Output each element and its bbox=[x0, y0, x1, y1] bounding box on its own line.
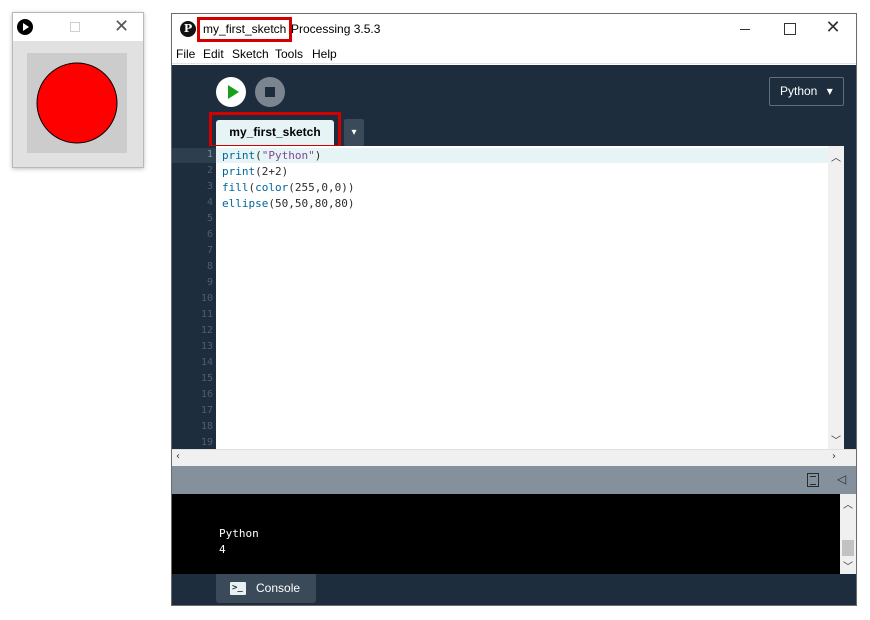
scroll-right-icon[interactable]: › bbox=[832, 451, 836, 462]
line-number: 11 bbox=[200, 309, 213, 320]
console-line-1: Python bbox=[219, 527, 259, 540]
processing-logo-icon: P bbox=[180, 21, 196, 37]
line-number: 12 bbox=[200, 325, 213, 336]
menu-sketch[interactable]: Sketch bbox=[232, 47, 269, 61]
console-header: ◁ bbox=[172, 466, 856, 494]
editor-right-strip bbox=[844, 146, 856, 449]
scroll-left-icon[interactable]: ‹ bbox=[176, 451, 180, 462]
window-title-app: Processing 3.5.3 bbox=[291, 22, 381, 36]
line-number: 15 bbox=[200, 373, 213, 384]
close-button[interactable]: ✕ bbox=[818, 19, 848, 39]
line-number: 9 bbox=[206, 277, 213, 288]
menu-file[interactable]: File bbox=[176, 47, 195, 61]
code-line-2: print(2+2) bbox=[222, 165, 289, 178]
scroll-down-icon[interactable]: ﹀ bbox=[843, 558, 853, 573]
menubar: File Edit Sketch Tools Help bbox=[172, 44, 856, 64]
tab-my-first-sketch[interactable]: my_first_sketch bbox=[216, 120, 334, 145]
line-number: 13 bbox=[200, 341, 213, 352]
stop-button[interactable] bbox=[255, 77, 285, 107]
line-number: 2 bbox=[206, 165, 213, 176]
footer-bar: >_ Console bbox=[172, 574, 856, 605]
tab-highlight-box: my_first_sketch bbox=[209, 112, 341, 148]
line-number: 16 bbox=[200, 389, 213, 400]
console-tab[interactable]: >_ Console bbox=[216, 574, 316, 603]
maximize-icon[interactable] bbox=[70, 22, 80, 32]
minimize-button[interactable] bbox=[730, 19, 760, 39]
run-button[interactable] bbox=[216, 77, 246, 107]
red-ellipse bbox=[36, 62, 118, 144]
line-number: 4 bbox=[206, 197, 213, 208]
line-number: 1 bbox=[206, 149, 213, 160]
sketch-titlebar: ✕ bbox=[13, 13, 143, 41]
console-scrollbar[interactable]: ︿ ﹀ bbox=[840, 494, 856, 574]
line-number: 6 bbox=[206, 229, 213, 240]
mode-label: Python bbox=[780, 84, 818, 98]
titlebar: P my_first_sketch Processing 3.5.3 ✕ bbox=[172, 14, 856, 44]
line-number: 10 bbox=[200, 293, 213, 304]
code-editor[interactable]: print("Python") print(2+2) fill(color(25… bbox=[216, 146, 828, 449]
processing-ide-window: P my_first_sketch Processing 3.5.3 ✕ Fil… bbox=[171, 13, 857, 606]
line-number: 18 bbox=[200, 421, 213, 432]
collapse-icon[interactable]: ◁ bbox=[837, 472, 846, 486]
terminal-icon: >_ bbox=[230, 582, 246, 595]
editor-horizontal-scrollbar[interactable]: ‹ › bbox=[172, 449, 856, 466]
mode-selector[interactable]: Python ▾ bbox=[769, 77, 844, 106]
maximize-button[interactable] bbox=[774, 19, 804, 39]
menu-edit[interactable]: Edit bbox=[203, 47, 224, 61]
line-number: 5 bbox=[206, 213, 213, 224]
console-tab-label: Console bbox=[256, 581, 301, 595]
copy-icon[interactable] bbox=[807, 473, 819, 487]
menu-tools[interactable]: Tools bbox=[275, 47, 303, 61]
code-line-4: ellipse(50,50,80,80) bbox=[222, 197, 355, 210]
console-line-2: 4 bbox=[219, 543, 226, 556]
processing-play-icon bbox=[17, 19, 33, 35]
line-number: 14 bbox=[200, 357, 213, 368]
scroll-up-icon[interactable]: ︿ bbox=[831, 149, 841, 164]
line-number: 19 bbox=[200, 437, 213, 448]
line-number: 8 bbox=[206, 261, 213, 272]
line-number: 3 bbox=[206, 181, 213, 192]
sketch-canvas-svg bbox=[36, 62, 118, 144]
close-icon[interactable]: ✕ bbox=[114, 16, 129, 37]
scroll-down-icon[interactable]: ﹀ bbox=[831, 432, 841, 447]
tab-menu-chevron-icon[interactable]: ▾ bbox=[344, 119, 364, 146]
window-title-sketch-name: my_first_sketch bbox=[197, 17, 293, 42]
line-number-gutter: 1 2 3 4 5 6 7 8 9 10 11 12 13 14 15 16 17 18 19 bbox=[172, 146, 216, 449]
editor-vertical-scrollbar[interactable]: ︿ ﹀ bbox=[828, 146, 844, 449]
sketch-canvas bbox=[27, 53, 127, 153]
console-output[interactable]: Python 4 bbox=[172, 494, 840, 574]
toolbar: Python ▾ my_first_sketch ▾ bbox=[172, 65, 856, 148]
code-line-1: print("Python") bbox=[222, 149, 322, 162]
line-number: 17 bbox=[200, 405, 213, 416]
scroll-thumb[interactable] bbox=[842, 540, 854, 556]
chevron-down-icon: ▾ bbox=[826, 84, 833, 98]
sketch-window: ✕ bbox=[12, 12, 144, 168]
line-number: 7 bbox=[206, 245, 213, 256]
menu-help[interactable]: Help bbox=[312, 47, 337, 61]
code-line-3: fill(color(255,0,0)) bbox=[222, 181, 355, 194]
scroll-up-icon[interactable]: ︿ bbox=[843, 496, 853, 511]
